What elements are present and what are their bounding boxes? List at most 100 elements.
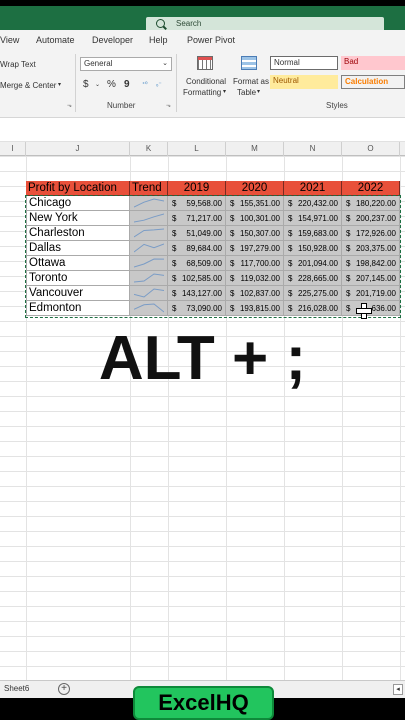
value-cell[interactable]: $172,926.00 xyxy=(342,226,400,241)
tab-power-pivot[interactable]: Power Pivot xyxy=(187,35,235,45)
city-cell[interactable]: New York xyxy=(26,211,130,226)
city-cell[interactable]: Chicago xyxy=(26,196,130,211)
header-2019[interactable]: 2019 xyxy=(168,181,226,196)
value-cell[interactable]: $102,585.00 xyxy=(168,271,226,286)
value-cell[interactable]: $119,032.00 xyxy=(226,271,284,286)
style-normal[interactable]: Normal xyxy=(270,56,338,70)
style-bad[interactable]: Bad xyxy=(341,56,405,70)
value-cell[interactable]: $89,684.00 xyxy=(168,241,226,256)
chevron-down-icon[interactable]: ⌄ xyxy=(95,81,100,88)
value-cell[interactable]: $180,220.00 xyxy=(342,196,400,211)
comma-style-button[interactable]: 9 xyxy=(124,79,130,90)
sparkline-cell[interactable] xyxy=(130,301,168,316)
value-cell[interactable]: $203,375.00 xyxy=(342,241,400,256)
city-cell[interactable]: Toronto xyxy=(26,271,130,286)
value-cell[interactable]: $68,509.00 xyxy=(168,256,226,271)
value-text: 100,301.00 xyxy=(239,214,280,223)
value-cell[interactable]: $150,928.00 xyxy=(284,241,342,256)
column-header-i[interactable]: I xyxy=(0,142,26,156)
sparkline-cell[interactable] xyxy=(130,196,168,211)
sparkline-cell[interactable] xyxy=(130,241,168,256)
conditional-formatting-label-2[interactable]: Formatting xyxy=(183,88,221,97)
value-cell[interactable]: $155,351.00 xyxy=(226,196,284,211)
city-cell[interactable]: Charleston xyxy=(26,226,130,241)
value-cell[interactable]: $159,683.00 xyxy=(284,226,342,241)
value-cell[interactable]: $220,432.00 xyxy=(284,196,342,211)
header-trend[interactable]: Trend xyxy=(130,181,168,196)
column-header-n[interactable]: N xyxy=(284,142,342,156)
increase-decimal-icon[interactable]: ⁺⁰ xyxy=(142,81,148,88)
city-cell[interactable]: Vancouver xyxy=(26,286,130,301)
scroll-right-icon[interactable]: ◂ xyxy=(393,684,403,695)
currency-symbol: $ xyxy=(172,214,177,223)
value-cell[interactable]: $197,279.00 xyxy=(226,241,284,256)
tab-developer[interactable]: Developer xyxy=(92,35,133,45)
value-cell[interactable]: $102,837.00 xyxy=(226,286,284,301)
value-cell[interactable]: $100,301.00 xyxy=(226,211,284,226)
value-cell[interactable]: $201,094.00 xyxy=(284,256,342,271)
value-text: 143,127.00 xyxy=(181,289,222,298)
wrap-text-button[interactable]: Wrap Text xyxy=(0,60,36,69)
sparkline-cell[interactable] xyxy=(130,286,168,301)
percent-button[interactable]: % xyxy=(107,79,116,90)
header-2022[interactable]: 2022 xyxy=(342,181,400,196)
value-cell[interactable]: $154,971.00 xyxy=(284,211,342,226)
decrease-decimal-icon[interactable]: ₀⁻ xyxy=(156,81,162,88)
value-cell[interactable]: $225,275.00 xyxy=(284,286,342,301)
value-cell[interactable]: $143,127.00 xyxy=(168,286,226,301)
value-cell[interactable]: $201,719.00 xyxy=(342,286,400,301)
column-header-l[interactable]: L xyxy=(168,142,226,156)
chevron-down-icon[interactable]: ▾ xyxy=(223,88,226,95)
tab-automate[interactable]: Automate xyxy=(36,35,75,45)
column-header-m[interactable]: M xyxy=(226,142,284,156)
value-cell[interactable]: $71,217.00 xyxy=(168,211,226,226)
value-cell[interactable]: $150,307.00 xyxy=(226,226,284,241)
style-calculation[interactable]: Calculation xyxy=(341,75,405,89)
column-header-k[interactable]: K xyxy=(130,142,168,156)
conditional-formatting-label[interactable]: Conditional xyxy=(186,77,226,86)
value-cell[interactable]: $73,090.00 xyxy=(168,301,226,316)
city-cell[interactable]: Ottawa xyxy=(26,256,130,271)
style-neutral[interactable]: Neutral xyxy=(270,75,338,89)
header-2021[interactable]: 2021 xyxy=(284,181,342,196)
format-as-table-label-2[interactable]: Table xyxy=(237,88,256,97)
value-cell[interactable]: $200,237.00 xyxy=(342,211,400,226)
city-cell[interactable]: Dallas xyxy=(26,241,130,256)
chevron-down-icon[interactable]: ▾ xyxy=(257,88,260,95)
chevron-down-icon[interactable]: ▾ xyxy=(58,81,61,88)
currency-symbol: $ xyxy=(172,304,177,313)
currency-symbol: $ xyxy=(346,199,351,208)
format-as-table-label[interactable]: Format as xyxy=(233,77,269,86)
tab-help[interactable]: Help xyxy=(149,35,168,45)
column-header-j[interactable]: J xyxy=(26,142,130,156)
value-cell[interactable]: $51,049.00 xyxy=(168,226,226,241)
alignment-launcher-icon[interactable]: ⬎ xyxy=(67,102,72,109)
tab-view[interactable]: View xyxy=(0,35,19,45)
value-cell[interactable]: $216,028.00 xyxy=(284,301,342,316)
value-cell[interactable]: $193,815.00 xyxy=(226,301,284,316)
sparkline-cell[interactable] xyxy=(130,271,168,286)
header-profit-by-location[interactable]: Profit by Location xyxy=(26,181,130,196)
column-header-o[interactable]: O xyxy=(342,142,400,156)
city-cell[interactable]: Edmonton xyxy=(26,301,130,316)
add-sheet-icon[interactable]: + xyxy=(58,683,70,695)
header-2020[interactable]: 2020 xyxy=(226,181,284,196)
sparkline-cell[interactable] xyxy=(130,226,168,241)
sheet-tab[interactable]: Sheet6 xyxy=(4,684,29,693)
number-launcher-icon[interactable]: ⬎ xyxy=(166,102,171,109)
merge-center-button[interactable]: Merge & Center xyxy=(0,81,56,90)
value-cell[interactable]: $117,700.00 xyxy=(226,256,284,271)
sparkline-line xyxy=(134,198,164,208)
number-format-select[interactable]: General ⌄ xyxy=(80,57,172,71)
sparkline-cell[interactable] xyxy=(130,211,168,226)
sparkline xyxy=(134,258,164,268)
currency-button[interactable]: $ xyxy=(83,79,89,90)
value-cell[interactable]: $59,568.00 xyxy=(168,196,226,211)
currency-symbol: $ xyxy=(346,274,351,283)
value-cell[interactable]: $198,842.00 xyxy=(342,256,400,271)
sparkline-cell[interactable] xyxy=(130,256,168,271)
value-cell[interactable]: $207,145.00 xyxy=(342,271,400,286)
currency-symbol: $ xyxy=(346,259,351,268)
currency-symbol: $ xyxy=(288,229,293,238)
value-cell[interactable]: $228,665.00 xyxy=(284,271,342,286)
